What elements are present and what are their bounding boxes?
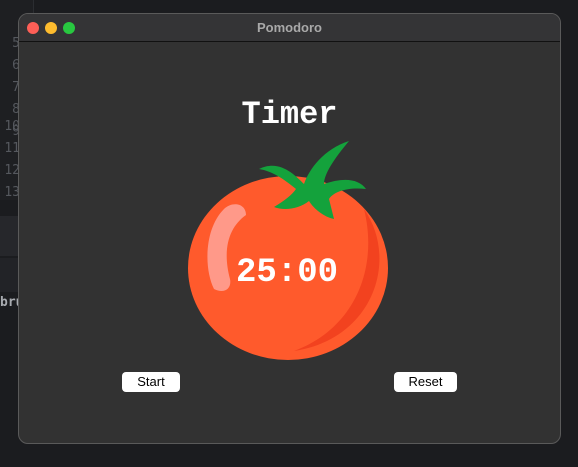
line-number: 12 [4,163,20,178]
start-button[interactable]: Start [122,372,180,392]
pomodoro-window: Pomodoro Timer 25:00 Start Reset [18,13,561,444]
window-title: Pomodoro [257,20,322,35]
line-number: 5 [12,36,20,51]
line-number: 6 [12,58,20,73]
line-number: 11 [4,141,20,156]
title-bar[interactable]: Pomodoro [19,14,560,42]
line-number: 10 [4,119,20,134]
timer-display: 25:00 [235,254,339,292]
reset-button[interactable]: Reset [394,372,457,392]
line-number: 8 [12,102,20,117]
tomato-image [188,141,388,360]
line-number: 7 [12,80,20,95]
timer-heading: Timer [241,96,338,133]
line-number: 13 [4,185,20,200]
